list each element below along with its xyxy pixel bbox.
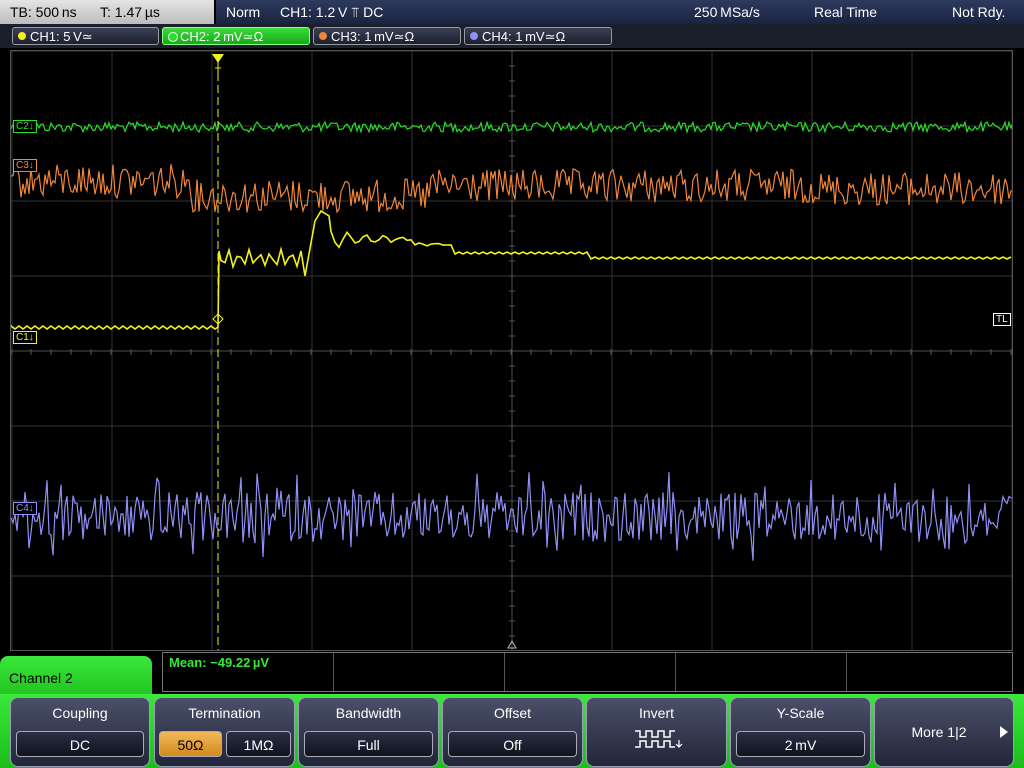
ch2-offset-marker[interactable]: C2↓ xyxy=(13,120,37,133)
bandwidth-label: Bandwidth xyxy=(335,705,402,721)
bandwidth-value[interactable]: Full xyxy=(304,731,433,757)
acquisition-status: Not Rdy. xyxy=(952,4,1006,20)
timebase-value: TB: 500 ns xyxy=(10,4,77,20)
inverted-waveform-icon xyxy=(635,730,683,748)
ch1-color-dot xyxy=(18,32,26,40)
ch2-color-dot xyxy=(168,32,178,42)
ch3-color-dot xyxy=(319,32,327,40)
termination-1mohm-option[interactable]: 1MΩ xyxy=(226,731,291,757)
measurement-cell-3[interactable] xyxy=(505,653,676,691)
waveform-svg: T xyxy=(11,51,1012,650)
ch4-offset-marker[interactable]: C4↓ xyxy=(13,502,37,515)
measurement-bar: Mean: −49.22 µV xyxy=(162,652,1013,692)
more-label: More 1|2 xyxy=(911,724,967,740)
yscale-label: Y-Scale xyxy=(776,705,825,721)
channel-ch4-tab[interactable]: CH4: 1 mV≃Ω xyxy=(464,27,612,45)
trigger-setting: CH1: 1.2 V ⫪ DC xyxy=(280,4,384,20)
measurement-cell-1[interactable]: Mean: −49.22 µV xyxy=(163,653,334,691)
channel-ch1-tab[interactable]: CH1: 5 V≃ xyxy=(12,27,159,45)
timebase-box[interactable]: TB: 500 ns T: 1.47 µs xyxy=(0,0,214,24)
acquisition-mode: Real Time xyxy=(814,4,878,20)
trigger-info-box[interactable]: Norm CH1: 1.2 V ⫪ DC 250 MSa/s Real Time… xyxy=(216,0,1024,24)
offset-value[interactable]: Off xyxy=(448,731,577,757)
mean-measurement: Mean: −49.22 µV xyxy=(169,655,270,670)
graticule xyxy=(11,51,1012,650)
trigger-position-arrow-icon[interactable] xyxy=(212,54,224,63)
measurement-cell-2[interactable] xyxy=(334,653,505,691)
bandwidth-softkey[interactable]: Bandwidth Full xyxy=(298,697,439,767)
invert-label: Invert xyxy=(638,705,674,721)
channel-ch3-tab[interactable]: CH3: 1 mV≃Ω xyxy=(313,27,461,45)
channel-bar: CH1: 5 V≃ CH2: 2 mV≃Ω CH3: 1 mV≃Ω CH4: 1… xyxy=(0,24,1024,48)
offset-label: Offset xyxy=(493,705,532,721)
status-bar: TB: 500 ns T: 1.47 µs Norm CH1: 1.2 V ⫪ … xyxy=(0,0,1024,24)
coupling-label: Coupling xyxy=(52,705,108,721)
offset-softkey[interactable]: Offset Off xyxy=(442,697,583,767)
menu-title: Channel 2 xyxy=(9,670,73,686)
termination-softkey[interactable]: Termination 50Ω 1MΩ xyxy=(154,697,295,767)
ch2-label: CH2: 2 mV≃Ω xyxy=(180,29,264,44)
arrow-right-icon xyxy=(1000,726,1008,738)
sample-rate: 250 MSa/s xyxy=(694,4,760,20)
termination-50ohm-option[interactable]: 50Ω xyxy=(159,731,222,757)
trigger-level-marker[interactable]: TL xyxy=(993,313,1011,326)
invert-softkey[interactable]: Invert xyxy=(586,697,727,767)
ch1-label: CH1: 5 V≃ xyxy=(30,29,93,44)
ch4-color-dot xyxy=(470,32,478,40)
yscale-softkey[interactable]: Y-Scale 2 mV xyxy=(730,697,871,767)
channel-ch2-tab[interactable]: CH2: 2 mV≃Ω xyxy=(162,27,310,45)
trigger-mode: Norm xyxy=(226,4,261,20)
measurement-cell-4[interactable] xyxy=(676,653,847,691)
coupling-value[interactable]: DC xyxy=(16,731,144,757)
more-softkey[interactable]: More 1|2 xyxy=(874,697,1014,767)
ch1-waveform xyxy=(11,209,1012,330)
ch3-label: CH3: 1 mV≃Ω xyxy=(331,29,415,44)
ch3-offset-marker[interactable]: C3↓ xyxy=(13,159,37,172)
ch4-label: CH4: 1 mV≃Ω xyxy=(482,29,566,44)
waveform-display[interactable]: T C2↓ C3↓ C1↓ C4↓ TL xyxy=(10,50,1013,651)
coupling-softkey[interactable]: Coupling DC xyxy=(10,697,150,767)
yscale-value[interactable]: 2 mV xyxy=(736,731,865,757)
termination-label: Termination xyxy=(188,705,261,721)
ch1-offset-marker[interactable]: C1↓ xyxy=(13,331,37,344)
trigger-position-marker: T xyxy=(215,66,222,78)
trigger-time-value: T: 1.47 µs xyxy=(100,4,160,20)
